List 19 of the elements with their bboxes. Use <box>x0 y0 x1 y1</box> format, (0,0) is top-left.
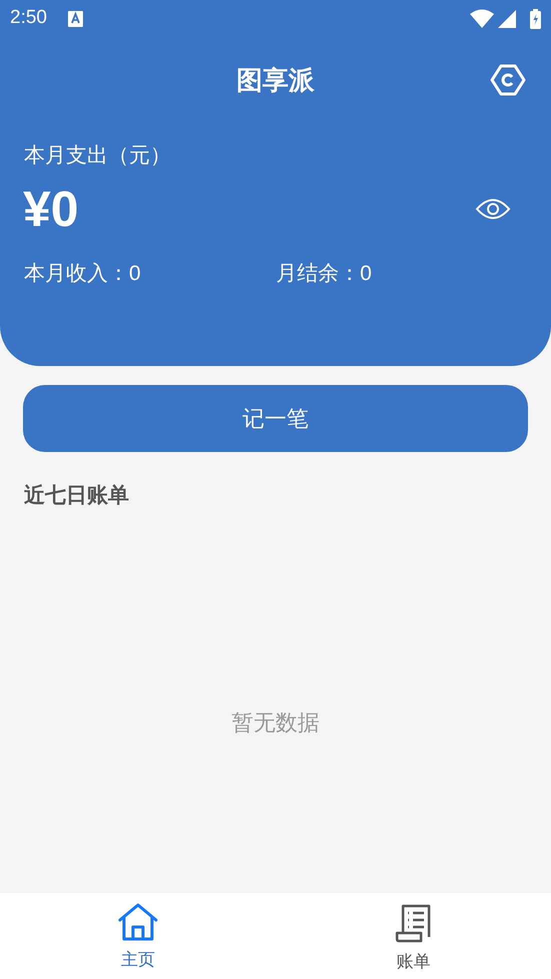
empty-message: 暂无数据 <box>232 708 320 737</box>
nav-tab[interactable]: 账单 <box>276 893 551 979</box>
battery-icon <box>530 8 541 28</box>
nav-tab[interactable]: 主页 <box>0 893 276 979</box>
section-title: 近七日账单 <box>24 483 129 509</box>
signal-icon <box>498 10 516 28</box>
eye-icon[interactable] <box>475 196 511 220</box>
app-title: 图享派 <box>236 64 314 96</box>
home-icon <box>118 903 158 941</box>
notification-icon <box>68 10 83 26</box>
settings-icon[interactable] <box>490 63 526 97</box>
balance-text: 月结余：0 <box>276 260 372 286</box>
income-text: 本月收入：0 <box>24 260 142 286</box>
expense-label: 本月支出（元） <box>24 143 171 169</box>
status-time: 2:50 <box>10 6 47 30</box>
wifi-icon <box>470 9 494 28</box>
expense-amount: ¥0 <box>23 184 79 234</box>
list-icon <box>395 903 432 943</box>
record-button[interactable]: 记一笔 <box>23 385 528 452</box>
